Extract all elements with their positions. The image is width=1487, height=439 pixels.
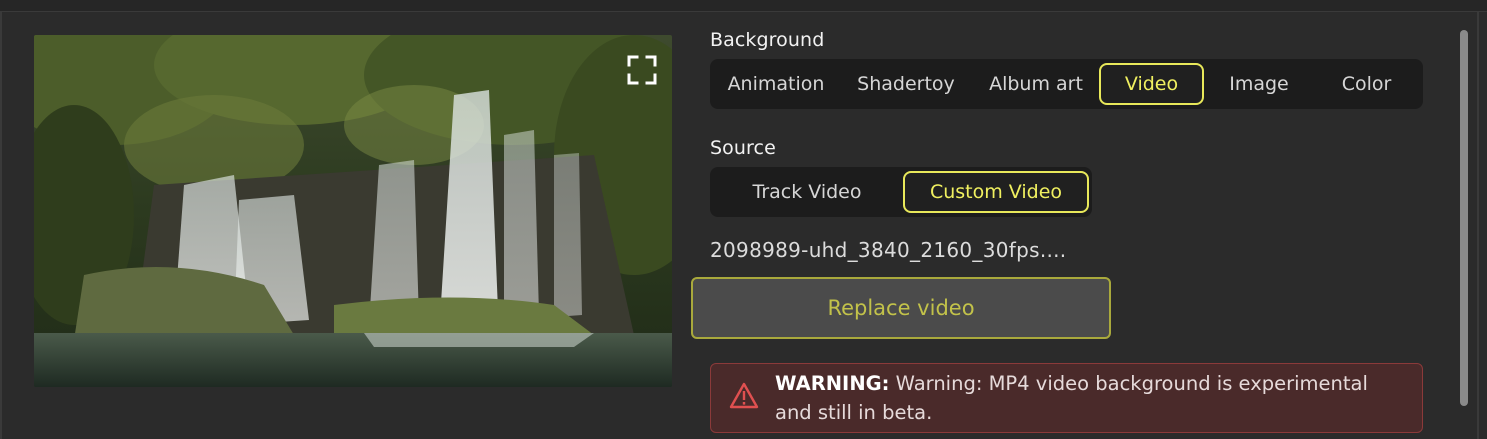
video-filename: 2098989-uhd_3840_2160_30fps.... [710, 238, 1067, 262]
fullscreen-icon [627, 55, 657, 85]
video-preview [34, 35, 672, 387]
warning-prefix: WARNING: [775, 372, 890, 395]
background-option-animation[interactable]: Animation [714, 63, 838, 105]
background-option-image[interactable]: Image [1204, 63, 1314, 105]
warning-icon [729, 382, 759, 414]
background-selector: Animation Shadertoy Album art Video Imag… [710, 59, 1423, 109]
source-selector: Track Video Custom Video [710, 167, 1092, 217]
background-option-shadertoy[interactable]: Shadertoy [844, 63, 968, 105]
panel-right-edge [1477, 11, 1479, 439]
background-option-video[interactable]: Video [1099, 63, 1204, 105]
warning-text: WARNING: Warning: MP4 video background i… [775, 369, 1405, 427]
source-option-track-video[interactable]: Track Video [714, 171, 900, 213]
source-label: Source [710, 137, 776, 159]
background-option-color[interactable]: Color [1314, 63, 1419, 105]
waterfall-image [34, 35, 672, 387]
background-option-album-art[interactable]: Album art [974, 63, 1098, 105]
source-option-custom-video[interactable]: Custom Video [903, 171, 1089, 213]
fullscreen-button[interactable] [626, 54, 658, 86]
warning-banner: WARNING: Warning: MP4 video background i… [710, 363, 1423, 433]
panel-left-edge [0, 11, 2, 439]
panel-top-border [0, 0, 1487, 12]
scrollbar-thumb[interactable] [1460, 30, 1468, 406]
background-label: Background [710, 29, 825, 51]
replace-video-button[interactable]: Replace video [691, 277, 1111, 339]
